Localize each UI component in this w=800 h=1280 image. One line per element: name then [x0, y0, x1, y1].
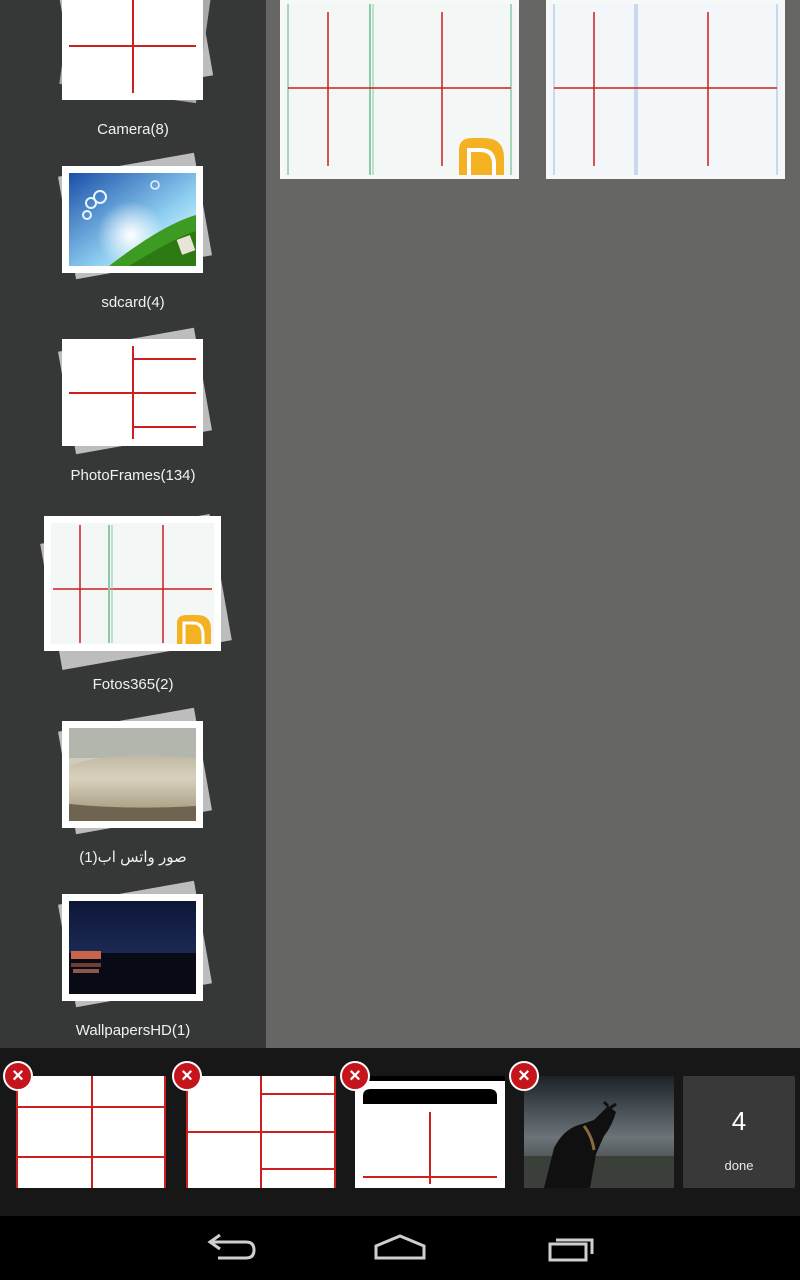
selected-count: 4	[731, 1106, 747, 1136]
album-label: صور واتس اب(1)	[79, 849, 187, 866]
remove-icon[interactable]: ×	[509, 1061, 539, 1091]
album-sidebar: Camera(8) sdcard(4) PhotoFrames(134) Fot…	[0, 0, 266, 1048]
selected-photo[interactable]	[524, 1076, 674, 1188]
system-nav-bar	[0, 1216, 800, 1280]
album-label: PhotoFrames(134)	[70, 467, 196, 484]
album-thumbnail	[62, 721, 203, 828]
back-icon[interactable]	[200, 1230, 260, 1266]
remove-icon[interactable]: ×	[340, 1061, 370, 1091]
album-wallpapershd[interactable]: WallpapersHD(1)	[0, 870, 266, 1042]
done-button[interactable]: 4 done	[683, 1076, 795, 1188]
home-icon[interactable]	[370, 1230, 430, 1266]
album-label: Fotos365(2)	[92, 676, 174, 693]
album-photoframes[interactable]: PhotoFrames(134)	[0, 315, 266, 487]
album-fotos365[interactable]: Fotos365(2)	[0, 492, 266, 693]
remove-symbol: ×	[12, 1065, 24, 1087]
album-thumbnail	[62, 894, 203, 1001]
selected-photo[interactable]	[355, 1076, 505, 1188]
remove-symbol: ×	[181, 1065, 193, 1087]
remove-icon[interactable]: ×	[3, 1061, 33, 1091]
album-thumbnail	[62, 339, 203, 446]
done-label: done	[724, 1158, 754, 1173]
album-label: sdcard(4)	[101, 294, 165, 311]
album-thumbnail	[62, 0, 203, 100]
selected-tray: × × × × 4 done	[0, 1048, 800, 1216]
remove-icon[interactable]: ×	[172, 1061, 202, 1091]
photo-grid	[266, 0, 800, 1048]
album-thumbnail	[44, 516, 221, 651]
recent-apps-icon[interactable]	[542, 1230, 602, 1266]
album-label: Camera(8)	[97, 121, 169, 138]
photo-thumbnail[interactable]	[280, 0, 519, 179]
album-thumbnail	[62, 166, 203, 273]
remove-symbol: ×	[518, 1065, 530, 1087]
album-whatsapp-images[interactable]: صور واتس اب(1)	[0, 697, 266, 869]
selected-photo[interactable]	[16, 1076, 166, 1188]
album-sdcard[interactable]: sdcard(4)	[0, 142, 266, 314]
album-label: WallpapersHD(1)	[75, 1022, 191, 1039]
selected-photo[interactable]	[186, 1076, 336, 1188]
photo-thumbnail[interactable]	[546, 0, 785, 179]
album-camera[interactable]: Camera(8)	[0, 0, 266, 138]
remove-symbol: ×	[349, 1065, 361, 1087]
